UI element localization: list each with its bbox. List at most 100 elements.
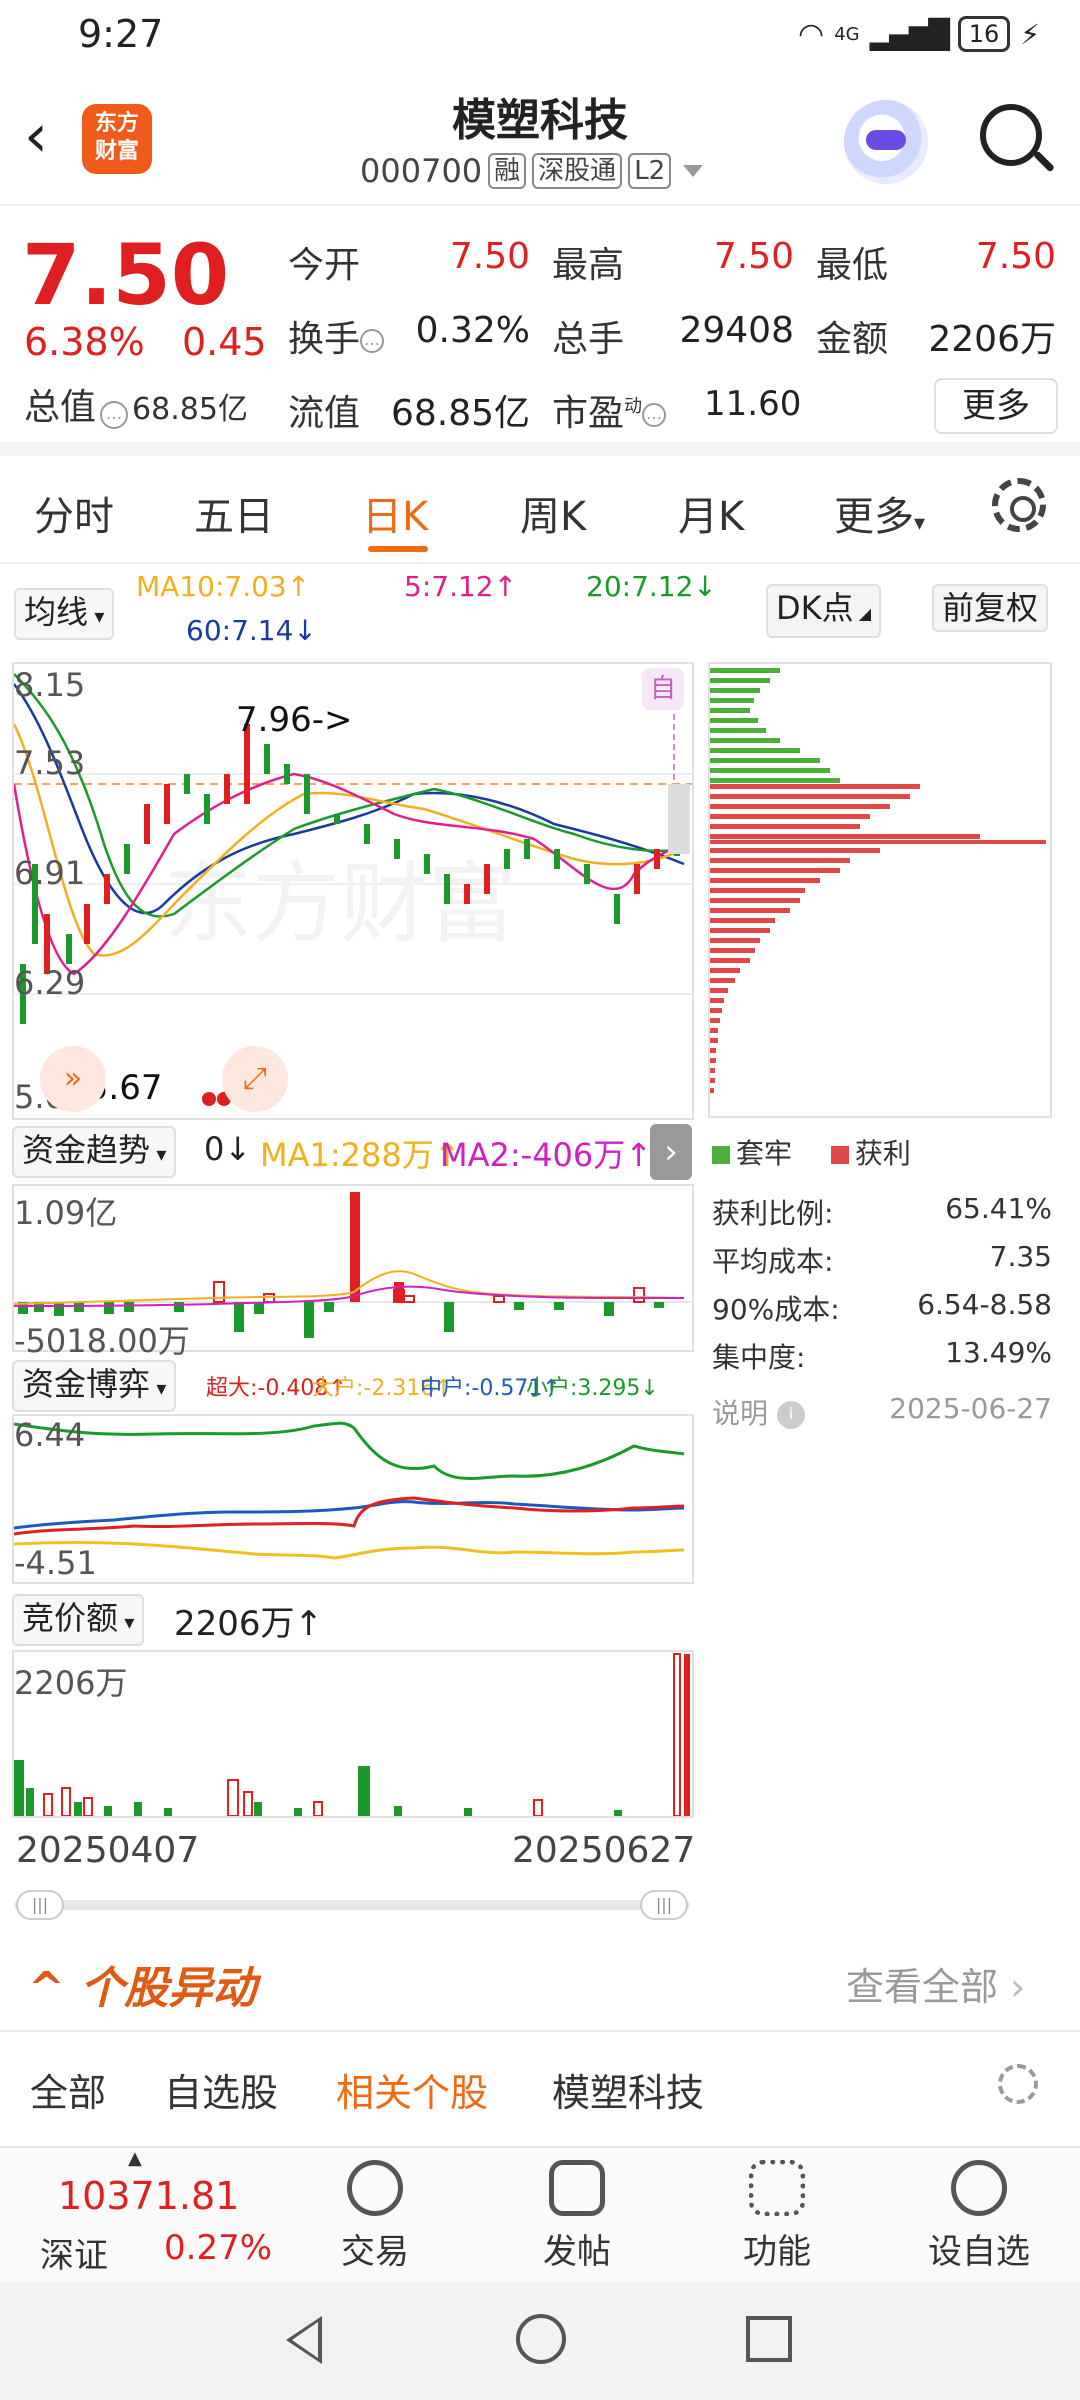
chevron-right-icon[interactable]: › (650, 1124, 692, 1180)
info-icon[interactable]: … (100, 401, 129, 429)
robot-assistant-icon[interactable] (844, 100, 928, 184)
expand-left-icon[interactable]: » (40, 1046, 106, 1112)
ma-selector[interactable]: 均线 ▾ (14, 588, 115, 640)
tab-more[interactable]: 更多▾ (834, 484, 925, 542)
fund-game-y-bottom: -4.51 (14, 1544, 97, 1582)
auction-selector[interactable]: 竞价额 ▾ (12, 1594, 145, 1646)
post-button[interactable]: 发帖 (512, 2160, 642, 2273)
subtab-watchlist[interactable]: 自选股 (164, 2062, 278, 2117)
low-label: 最低 (816, 245, 889, 286)
add-watchlist-button[interactable]: 设自选 (914, 2160, 1044, 2273)
grid-apps-icon (749, 2160, 805, 2216)
tab-weekly-k[interactable]: 周K (520, 484, 586, 542)
quote-panel: 7.50 6.38% 0.45 总值 … 68.85亿 今开 7.50 最高 7… (0, 206, 1080, 456)
info-icon[interactable]: … (642, 403, 667, 427)
open-value: 7.50 (449, 236, 530, 277)
subtab-stock[interactable]: 模塑科技 (552, 2062, 704, 2117)
signal-icon: ▂▄▆█ (869, 17, 950, 51)
subtab-settings-icon[interactable] (998, 2064, 1038, 2104)
tab-intraday[interactable]: 分时 (34, 484, 114, 542)
tag-level2: L2 (628, 153, 672, 189)
amount-label: 金额 (816, 319, 889, 360)
chip-svg (710, 668, 1046, 1093)
kline-chart[interactable]: 东方财富 8.15 7.53 6.91 6.29 7.96-> 自 » ⤢ (12, 662, 694, 1120)
chevron-right-icon: › (1010, 1965, 1026, 2009)
functions-button[interactable]: 功能 (712, 2160, 842, 2273)
auction-chart[interactable]: 2206万 (12, 1650, 694, 1818)
open-label: 今开 (288, 245, 361, 286)
legend-profit: 获利 (854, 1137, 911, 1170)
fund-trend-value: 0↓ (204, 1130, 252, 1168)
tab-five-day[interactable]: 五日 (194, 484, 274, 542)
low-value: 7.50 (975, 236, 1056, 277)
more-dots-icon (951, 2160, 1007, 2216)
stock-code: 000700 (360, 152, 483, 190)
chip-stat-avg-cost: 平均成本: 7.35 (712, 1240, 1052, 1278)
trade-button[interactable]: 交易 (310, 2160, 440, 2273)
chevron-up-icon[interactable]: ^ (28, 1963, 65, 2014)
chip-note-row[interactable]: 说明 i 2025-06-27 (712, 1392, 1052, 1432)
system-nav-bar (0, 2282, 1080, 2400)
y-label-0: 8.15 (14, 666, 86, 704)
amount-value: 2206万 (928, 319, 1056, 360)
chip-distribution (708, 662, 1052, 1118)
range-handle-left[interactable]: ||| (16, 1890, 64, 1920)
auction-value: 2206万↑ (174, 1604, 324, 1644)
edit-post-icon (549, 2160, 605, 2216)
network-type: 4G (834, 23, 860, 45)
fund-game-small: 小户:3.295↓ (526, 1376, 659, 1401)
ma60-value: 60:7.14↓ (186, 614, 317, 647)
fund-game-selector[interactable]: 资金博弈 ▾ (12, 1360, 177, 1412)
more-button[interactable]: 更多 (934, 378, 1058, 434)
range-scrollbar[interactable] (14, 1900, 690, 1910)
total-value: 总值 … 68.85亿 (24, 378, 248, 430)
caret-up-icon: ▲ (128, 2148, 142, 2169)
search-icon[interactable] (980, 104, 1042, 166)
fund-trend-selector[interactable]: 资金趋势 ▾ (12, 1126, 177, 1178)
fund-trend-y-bottom: -5018.00万 (14, 1322, 190, 1360)
self-select-badge[interactable]: 自 (642, 668, 684, 710)
chart-period-tabs: 分时 五日 日K 周K 月K 更多▾ (0, 456, 1080, 564)
info-icon[interactable]: … (360, 329, 385, 353)
fund-trend-chart[interactable]: 1.09亿 -5018.00万 (12, 1184, 694, 1360)
index-name: 深证 (40, 2236, 108, 2276)
dropdown-icon: ▾ (914, 511, 926, 536)
volume-value: 29408 (679, 310, 794, 351)
kline-svg: 东方财富 (12, 673, 692, 1106)
subtab-all[interactable]: 全部 (30, 2062, 106, 2117)
settings-gear-icon[interactable] (992, 478, 1046, 532)
fund-trend-ma2: MA2:-406万↑ (440, 1136, 653, 1174)
tab-monthly-k[interactable]: 月K (678, 484, 744, 542)
ma10-value: MA10:7.03↑ (136, 570, 311, 603)
fullscreen-icon[interactable]: ⤢ (222, 1046, 288, 1112)
fund-trend-y-top: 1.09亿 (14, 1194, 118, 1232)
legend-trapped-swatch (712, 1146, 730, 1164)
turnover-label: 换手… (288, 310, 385, 362)
info-icon[interactable]: i (776, 1401, 805, 1429)
adjust-button[interactable]: 前复权 (932, 584, 1049, 632)
high-value: 7.50 (713, 236, 794, 277)
stock-code-row[interactable]: 000700 融 深股通 L2 (360, 152, 704, 190)
index-value[interactable]: 10371.81 (58, 2174, 239, 2218)
auction-y-top: 2206万 (14, 1664, 128, 1702)
tab-daily-k[interactable]: 日K (362, 484, 428, 542)
legend-profit-swatch (830, 1146, 849, 1164)
float-label: 流值 (288, 393, 361, 434)
total-value-label: 总值 (24, 387, 97, 428)
dk-point-button[interactable]: DK点 ◢ (766, 584, 882, 638)
high-label: 最高 (552, 245, 625, 286)
charging-icon: ⚡ (1020, 17, 1040, 51)
last-price: 7.50 (22, 226, 230, 324)
change-amount: 0.45 (182, 320, 267, 364)
high-annotation: 7.96-> (236, 700, 353, 740)
nav-home-icon[interactable] (516, 2314, 566, 2364)
chip-stat-90-cost: 90%成本: 6.54-8.58 (712, 1288, 1052, 1326)
view-all-link[interactable]: 查看全部 › (846, 1956, 1025, 2011)
bottom-toolbar: ▲ 10371.81 深证 0.27% 交易 发帖 功能 设自选 (0, 2146, 1080, 2282)
ma5-value: 5:7.12↑ (404, 570, 518, 603)
nav-recents-icon[interactable] (746, 2316, 792, 2362)
range-handle-right[interactable]: ||| (640, 1890, 688, 1920)
fund-game-chart[interactable]: 6.44 -4.51 (12, 1414, 694, 1584)
ma20-value: 20:7.12↓ (586, 570, 717, 603)
subtab-related[interactable]: 相关个股 (336, 2062, 488, 2117)
